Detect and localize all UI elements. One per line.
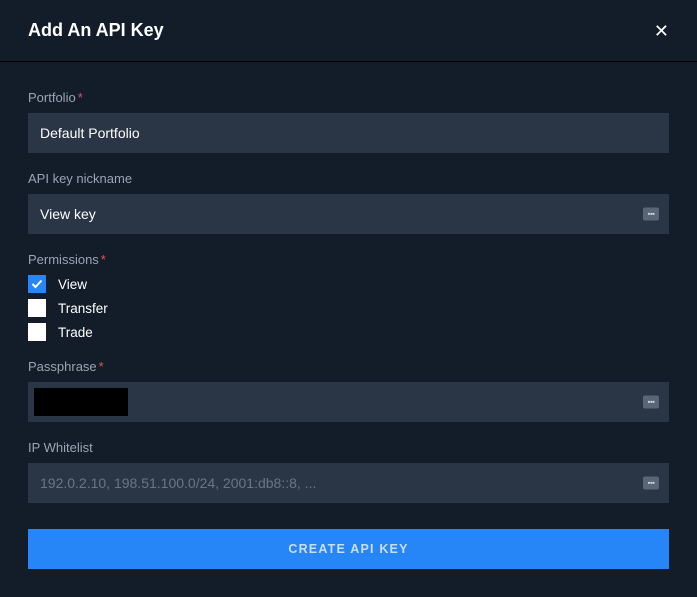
permission-transfer-label: Transfer	[58, 301, 108, 316]
checkbox-transfer	[28, 299, 46, 317]
close-button[interactable]: ✕	[654, 22, 669, 40]
nickname-input-wrapper	[28, 194, 669, 234]
permissions-checkboxes: View Transfer Trade	[28, 275, 669, 341]
ipwhitelist-group: IP Whitelist	[28, 440, 669, 503]
ipwhitelist-input-wrapper	[28, 463, 669, 503]
required-marker: *	[78, 90, 83, 105]
portfolio-group: Portfolio*	[28, 90, 669, 153]
nickname-group: API key nickname	[28, 171, 669, 234]
passphrase-label-text: Passphrase	[28, 359, 97, 374]
permissions-group: Permissions* View Transfer Trade	[28, 252, 669, 341]
permissions-label: Permissions*	[28, 252, 669, 267]
modal-body: Portfolio* API key nickname Permissions*…	[0, 62, 697, 597]
permission-trade-label: Trade	[58, 325, 93, 340]
close-icon: ✕	[654, 21, 669, 41]
passphrase-redacted	[34, 388, 128, 416]
passphrase-input[interactable]	[28, 382, 669, 422]
create-api-key-button[interactable]: CREATE API KEY	[28, 529, 669, 569]
ipwhitelist-label: IP Whitelist	[28, 440, 669, 455]
checkbox-view	[28, 275, 46, 293]
permission-transfer[interactable]: Transfer	[28, 299, 669, 317]
nickname-label: API key nickname	[28, 171, 669, 186]
ipwhitelist-input[interactable]	[28, 463, 669, 503]
nickname-input[interactable]	[28, 194, 669, 234]
passphrase-input-wrapper	[28, 382, 669, 422]
passphrase-label: Passphrase*	[28, 359, 669, 374]
required-marker: *	[101, 252, 106, 267]
passphrase-group: Passphrase*	[28, 359, 669, 422]
portfolio-input[interactable]	[28, 113, 669, 153]
permission-trade[interactable]: Trade	[28, 323, 669, 341]
permission-view[interactable]: View	[28, 275, 669, 293]
portfolio-label-text: Portfolio	[28, 90, 76, 105]
check-icon	[31, 278, 43, 290]
required-marker: *	[99, 359, 104, 374]
modal-title: Add An API Key	[28, 20, 164, 41]
checkbox-trade	[28, 323, 46, 341]
modal-header: Add An API Key ✕	[0, 0, 697, 62]
permission-view-label: View	[58, 277, 87, 292]
permissions-label-text: Permissions	[28, 252, 99, 267]
portfolio-label: Portfolio*	[28, 90, 669, 105]
